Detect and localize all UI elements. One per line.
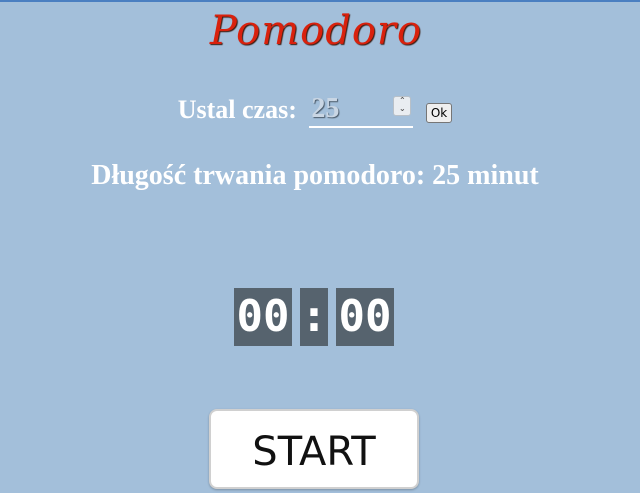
time-input[interactable] <box>311 92 392 126</box>
timer-seconds: 00 <box>336 288 394 346</box>
spinner-arrows-icon[interactable]: ⌃ ⌄ <box>393 96 412 116</box>
duration-text: Długość trwania pomodoro: 25 minut <box>91 160 539 191</box>
start-button[interactable]: START <box>209 409 419 489</box>
timer-minutes: 00 <box>234 288 292 346</box>
time-input-container: ⌃⌄ <box>309 92 414 128</box>
timer-separator: : <box>300 288 328 346</box>
set-time-row: Ustal czas: ⌃⌄ Ok <box>0 92 630 128</box>
set-time-label: Ustal czas: <box>177 95 297 124</box>
app-title: Pomodoro <box>209 8 423 54</box>
ok-button[interactable]: Ok <box>425 103 453 123</box>
